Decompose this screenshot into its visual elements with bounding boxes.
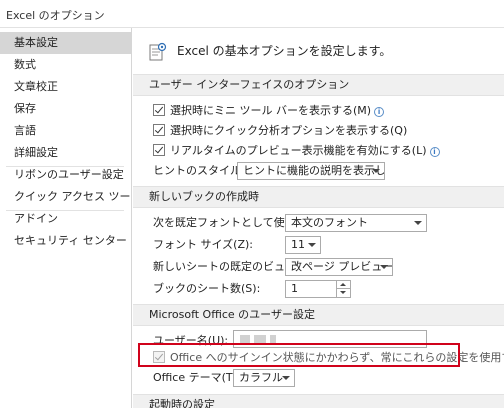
highlight-box	[138, 343, 460, 367]
default-font-dropdown[interactable]: 本文のフォント	[285, 214, 427, 232]
font-size-label: フォント サイズ(Z):	[153, 238, 253, 251]
window-title: Excel のオプション	[6, 9, 105, 22]
options-sidebar: 基本設定 数式 文章校正 保存 言語 詳細設定 リボンのユーザー設定 クイック …	[0, 28, 132, 408]
info-icon[interactable]: i	[429, 147, 440, 157]
quick-analysis-checkbox[interactable]	[153, 124, 165, 136]
office-theme-dropdown[interactable]: カラフル	[233, 369, 295, 387]
live-preview-option[interactable]: リアルタイムのプレビュー表示機能を有効にする(L) i	[153, 142, 440, 160]
mini-toolbar-checkbox[interactable]	[153, 104, 165, 116]
section-new-workbook: 新しいブックの作成時	[133, 186, 504, 208]
spinner-up-arrow-icon[interactable]	[336, 281, 350, 289]
sidebar-item-addins[interactable]: アドイン	[0, 208, 131, 230]
sidebar-item-save[interactable]: 保存	[0, 98, 131, 120]
section-ui-options: ユーザー インターフェイスのオプション	[133, 74, 504, 96]
live-preview-checkbox[interactable]	[153, 144, 165, 156]
dropdown-arrow-icon	[414, 221, 422, 225]
sheet-count-value: 1	[291, 282, 298, 295]
tooltip-style-dropdown[interactable]: ヒントに機能の説明を表示しない	[237, 162, 385, 180]
sheet-count-spinner[interactable]: 1	[285, 280, 351, 298]
sidebar-item-customize-ribbon[interactable]: リボンのユーザー設定	[0, 164, 131, 186]
dropdown-arrow-icon	[380, 265, 388, 269]
info-icon[interactable]: i	[374, 107, 385, 117]
tooltip-style-value: ヒントに機能の説明を表示しない	[243, 164, 385, 177]
sidebar-item-general[interactable]: 基本設定	[0, 32, 131, 54]
default-view-value: 改ページ プレビュー	[291, 260, 393, 273]
sidebar-item-language[interactable]: 言語	[0, 120, 131, 142]
dropdown-arrow-icon	[372, 169, 380, 173]
office-theme-label: Office テーマ(T):	[153, 371, 241, 384]
spinner-down-arrow-icon[interactable]	[336, 289, 350, 297]
options-header-icon	[149, 42, 167, 61]
page-header-text: Excel の基本オプションを設定します。	[177, 44, 392, 58]
sidebar-item-quick-access-toolbar[interactable]: クイック アクセス ツール バー	[0, 186, 131, 208]
quick-analysis-label: 選択時にクイック分析オプションを表示する(Q)	[170, 124, 408, 137]
default-view-dropdown[interactable]: 改ページ プレビュー	[285, 258, 393, 276]
font-size-value: 11	[291, 238, 305, 251]
mini-toolbar-option[interactable]: 選択時にミニ ツール バーを表示する(M) i	[153, 102, 385, 120]
checkmark-icon	[154, 104, 164, 114]
checkmark-icon	[154, 124, 164, 134]
section-office-user: Microsoft Office のユーザー設定	[133, 304, 504, 326]
dropdown-arrow-icon	[282, 376, 290, 380]
sidebar-item-trust-center[interactable]: セキュリティ センター	[0, 230, 131, 252]
default-font-value: 本文のフォント	[291, 216, 368, 229]
sidebar-item-proofing[interactable]: 文章校正	[0, 76, 131, 98]
checkmark-icon	[154, 144, 164, 154]
dropdown-arrow-icon	[308, 243, 316, 247]
office-theme-value: カラフル	[239, 371, 283, 384]
sidebar-item-advanced[interactable]: 詳細設定	[0, 142, 131, 164]
quick-analysis-option[interactable]: 選択時にクイック分析オプションを表示する(Q)	[153, 122, 407, 140]
window-titlebar: Excel のオプション	[0, 0, 504, 28]
section-startup: 起動時の設定	[133, 394, 504, 408]
sheet-count-label: ブックのシート数(S):	[153, 282, 261, 295]
mini-toolbar-label: 選択時にミニ ツール バーを表示する(M)	[170, 104, 372, 117]
live-preview-label: リアルタイムのプレビュー表示機能を有効にする(L)	[170, 144, 427, 157]
font-size-dropdown[interactable]: 11	[285, 236, 321, 254]
sidebar-item-formulas[interactable]: 数式	[0, 54, 131, 76]
